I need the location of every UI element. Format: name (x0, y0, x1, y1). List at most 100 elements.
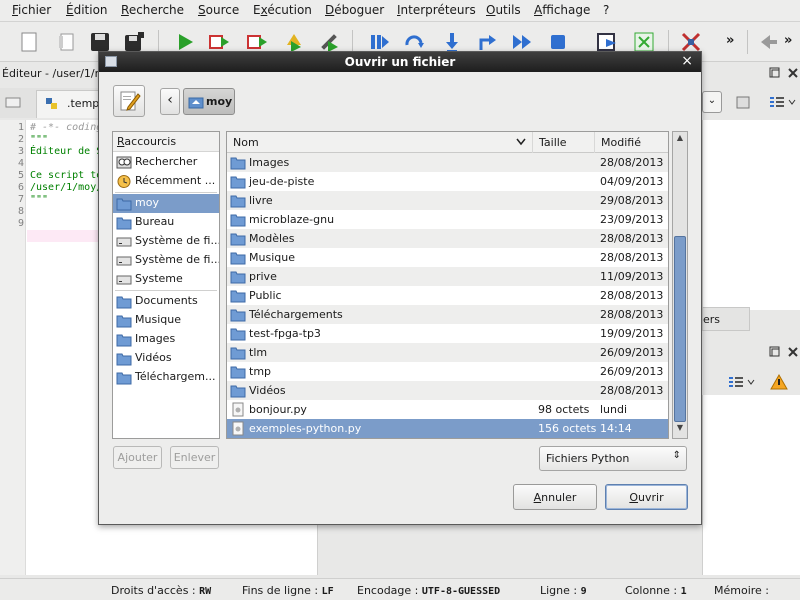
file-type-filter[interactable]: Fichiers Python ⇕ (539, 446, 687, 471)
run-icon[interactable] (174, 31, 196, 53)
table-row[interactable]: bonjour.py 98 octets lundi (227, 400, 668, 419)
table-row[interactable]: Public 28/08/2013 (227, 286, 668, 305)
toolbar-overflow-icon[interactable]: » (784, 33, 792, 48)
pictures-folder-icon (116, 334, 132, 347)
tools-icon[interactable] (680, 31, 702, 53)
table-row[interactable]: Musique 28/08/2013 (227, 248, 668, 267)
folder-icon (230, 290, 246, 303)
configure-run-icon[interactable] (318, 31, 340, 53)
fullscreen-icon[interactable] (633, 31, 655, 53)
scroll-down-icon[interactable]: ▼ (673, 423, 687, 437)
table-row[interactable]: Téléchargements 28/08/2013 (227, 305, 668, 324)
continue-icon[interactable] (511, 31, 533, 53)
open-file-icon[interactable] (56, 31, 78, 53)
cancel-button[interactable]: Annuler (513, 484, 597, 510)
menu-item[interactable]: Fichier (12, 3, 51, 17)
pane-close-icon[interactable] (787, 346, 799, 358)
save-all-icon[interactable] (123, 31, 145, 53)
place-item[interactable]: Récemment ... (113, 172, 219, 191)
file-modified: 19/09/2013 (600, 327, 664, 340)
file-list-scrollbar[interactable]: ▲ ▼ (672, 131, 688, 439)
place-item[interactable]: Musique (113, 311, 219, 330)
table-row[interactable]: tlm 26/09/2013 (227, 343, 668, 362)
menu-item[interactable]: Affichage (534, 3, 590, 17)
place-item[interactable]: Vidéos (113, 349, 219, 368)
step-icon[interactable] (403, 31, 425, 53)
dialog-close-icon[interactable]: × (681, 53, 693, 69)
table-row[interactable]: microblaze-gnu 23/09/2013 (227, 210, 668, 229)
menu-item[interactable]: Interpréteurs (397, 3, 476, 17)
new-file-icon[interactable] (18, 31, 40, 53)
debug-icon[interactable] (368, 31, 390, 53)
tab-list-icon[interactable] (5, 97, 23, 109)
menu-item[interactable]: Déboguer (325, 3, 384, 17)
file-modified: 26/09/2013 (600, 365, 664, 378)
places-header[interactable]: Raccourcis (113, 132, 219, 152)
warning-icon[interactable] (770, 374, 788, 390)
maximize-pane-icon[interactable] (596, 31, 618, 53)
eol-status: Fins de ligne : LF (242, 584, 334, 597)
step-return-icon[interactable] (476, 31, 498, 53)
table-row[interactable]: livre 29/08/2013 (227, 191, 668, 210)
place-item[interactable]: Rechercher (113, 153, 219, 172)
type-location-button[interactable] (113, 85, 145, 117)
variable-explorer-tab[interactable]: ers (702, 307, 750, 331)
menu-item[interactable]: Édition (66, 3, 108, 17)
toolbar-separator (747, 30, 748, 54)
add-bookmark-button[interactable]: Ajouter (113, 446, 162, 469)
column-header-name[interactable]: Nom (227, 132, 533, 153)
console-options-icon[interactable] (728, 375, 756, 389)
pane-undock-icon[interactable] (769, 67, 781, 79)
run-selection-icon[interactable] (283, 31, 305, 53)
table-row[interactable]: Vidéos 28/08/2013 (227, 381, 668, 400)
sort-chevron-down-icon (516, 138, 526, 146)
run-cell-icon[interactable] (208, 31, 230, 53)
place-item[interactable]: Documents (113, 292, 219, 311)
pane-undock-icon[interactable] (769, 346, 781, 358)
menu-item[interactable]: Source (198, 3, 239, 17)
table-row[interactable]: prive 11/09/2013 (227, 267, 668, 286)
dropdown-arrow-icon[interactable]: ⌄ (702, 91, 722, 113)
column-header-modified[interactable]: Modifié (595, 132, 668, 153)
place-item-label: Vidéos (135, 351, 172, 364)
table-row[interactable]: jeu-de-piste 04/09/2013 (227, 172, 668, 191)
menu-item[interactable]: Outils (486, 3, 521, 17)
menu-item[interactable]: Exécution (253, 3, 312, 17)
place-item[interactable]: Système de fi... (113, 251, 219, 270)
place-item[interactable]: Bureau (113, 213, 219, 232)
table-row[interactable]: Images 28/08/2013 (227, 153, 668, 172)
table-row[interactable]: exemples-python.py 156 octets 14:14 (227, 419, 668, 438)
run-cell-advance-icon[interactable] (246, 31, 268, 53)
pane-close-icon[interactable] (787, 67, 799, 79)
place-item-label: Rechercher (135, 155, 198, 168)
place-item[interactable]: Images (113, 330, 219, 349)
step-into-icon[interactable] (441, 31, 463, 53)
path-back-button[interactable]: ‹ (160, 88, 180, 115)
column-header-size[interactable]: Taille (533, 132, 595, 153)
options-menu-icon[interactable] (769, 95, 797, 109)
toolbar-overflow-icon[interactable]: » (726, 33, 734, 48)
file-list: Nom Taille Modifié Images 28/08/2013 jeu-d… (226, 131, 669, 439)
place-item[interactable]: Système de fi... (113, 232, 219, 251)
dialog-title-bar[interactable]: Ouvrir un fichier × (99, 52, 701, 72)
menu-item[interactable]: Recherche (121, 3, 184, 17)
scroll-up-icon[interactable]: ▲ (673, 133, 687, 147)
place-item[interactable]: Systeme (113, 270, 219, 289)
place-item[interactable]: moy (113, 194, 219, 213)
scrollbar-thumb[interactable] (674, 236, 686, 422)
table-row[interactable]: test-fpga-tp3 19/09/2013 (227, 324, 668, 343)
back-arrow-icon[interactable] (758, 31, 780, 53)
folder-icon (230, 271, 246, 284)
stop-debug-icon[interactable] (547, 31, 569, 53)
menu-item[interactable]: ? (603, 3, 609, 17)
open-button[interactable]: Ouvrir (605, 484, 688, 510)
file-list-header: Nom Taille Modifié (227, 132, 668, 153)
table-row[interactable]: Modèles 28/08/2013 (227, 229, 668, 248)
table-row[interactable]: tmp 26/09/2013 (227, 362, 668, 381)
path-crumb-current[interactable]: moy (183, 88, 235, 115)
line-number: 7 (17, 194, 24, 205)
lock-icon[interactable] (735, 94, 751, 110)
remove-bookmark-button[interactable]: Enlever (170, 446, 219, 469)
place-item[interactable]: Téléchargem... (113, 368, 219, 387)
save-icon[interactable] (89, 31, 111, 53)
